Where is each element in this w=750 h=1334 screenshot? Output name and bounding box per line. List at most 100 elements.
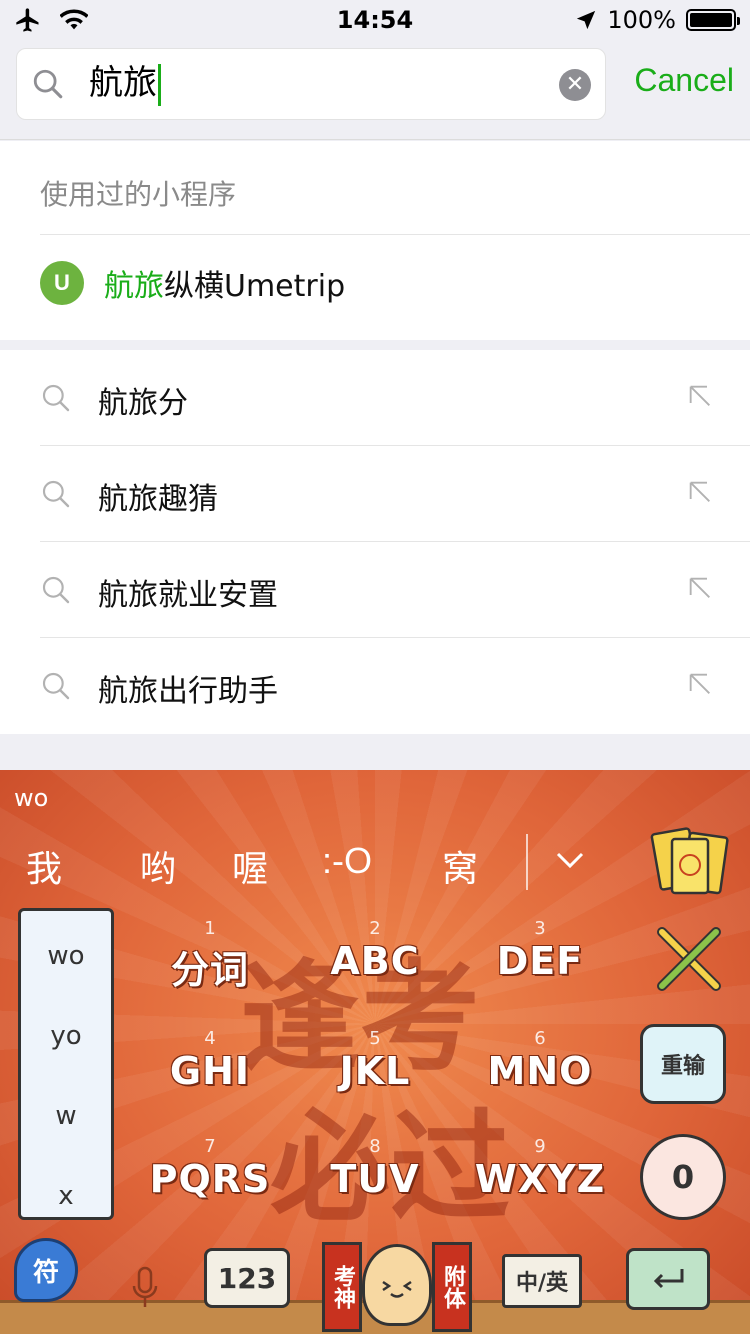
search-query-wrap: 航旅	[89, 61, 161, 106]
suggestion-item[interactable]: 航旅分	[0, 350, 750, 446]
pencil-cross-icon[interactable]	[652, 922, 726, 996]
pinyin-composition: wo	[14, 784, 49, 812]
candidate-separator	[526, 834, 528, 890]
name-highlight: 航旅	[104, 269, 164, 304]
language-switch-button[interactable]: 中/英	[502, 1254, 582, 1308]
key-8[interactable]: 8 TUV	[315, 1136, 435, 1201]
key-6[interactable]: 6 MNO	[480, 1028, 600, 1093]
mini-program-item[interactable]: U 航旅纵横Umetrip	[40, 261, 345, 305]
key-9[interactable]: 9 WXYZ	[470, 1136, 610, 1201]
pinyin-option[interactable]: wo	[21, 941, 111, 971]
pinyin-list-panel: wo yo w x	[18, 908, 114, 1220]
exam-banner-right: 附体	[432, 1242, 472, 1332]
key-number: 8	[369, 1136, 381, 1157]
search-query: 航旅	[89, 63, 157, 103]
reinput-button[interactable]: 重输	[640, 1024, 726, 1104]
search-icon	[42, 672, 70, 700]
suggestion-item[interactable]: 航旅趣猜	[0, 446, 750, 542]
number-keyboard-button[interactable]: 123	[204, 1248, 290, 1308]
suggestion-list: 航旅分 航旅趣猜 航旅就业安置 航旅出行助手	[0, 350, 750, 734]
exam-banner-left: 考神	[322, 1242, 362, 1332]
suggestion-text: 航旅出行助手	[98, 674, 278, 709]
key-4[interactable]: 4 GHI	[150, 1028, 270, 1093]
fill-arrow-icon[interactable]	[686, 382, 714, 410]
mini-program-name: 航旅纵横Umetrip	[104, 261, 345, 305]
candidate-item[interactable]: :-O	[322, 840, 372, 882]
candidate-item[interactable]: 我	[26, 840, 62, 892]
key-letters: MNO	[487, 1049, 593, 1093]
key-number: 6	[534, 1028, 546, 1049]
pinyin-option[interactable]: x	[21, 1181, 111, 1211]
exam-mascot-button[interactable]	[362, 1244, 432, 1326]
chevron-down-icon[interactable]	[552, 842, 588, 878]
microphone-icon[interactable]	[130, 1266, 160, 1310]
pinyin-option[interactable]: w	[21, 1101, 111, 1131]
key-letters: WXYZ	[474, 1157, 606, 1201]
cancel-button[interactable]: Cancel	[634, 62, 734, 99]
text-caret	[158, 63, 161, 106]
exam-banner-right-text: 附体	[440, 1265, 465, 1309]
recent-mini-programs: 使用过的小程序 U 航旅纵横Umetrip	[0, 141, 750, 340]
reinput-label: 重输	[660, 1054, 705, 1079]
fill-arrow-icon[interactable]	[686, 478, 714, 506]
key-5[interactable]: 5 JKL	[315, 1028, 435, 1093]
enter-icon	[653, 1269, 684, 1289]
key-letters: JKL	[339, 1049, 411, 1093]
key-number: 2	[369, 918, 381, 939]
pinyin-option[interactable]: yo	[21, 1021, 111, 1051]
search-icon	[42, 576, 70, 604]
candidate-item[interactable]: 哟	[140, 840, 176, 892]
key-letters: ABC	[330, 939, 420, 983]
section-title: 使用过的小程序	[40, 178, 237, 211]
key-number: 4	[204, 1028, 216, 1049]
candidate-item[interactable]: 窝	[442, 840, 478, 892]
search-icon	[33, 69, 63, 99]
suggestion-text: 航旅趣猜	[98, 482, 218, 517]
symbol-lamp-button[interactable]: 符	[14, 1238, 78, 1302]
key-1[interactable]: 1 分词	[150, 918, 270, 994]
symbol-label: 符	[32, 1257, 59, 1288]
candidate-bar: 我 哟 喔 :-O 窝	[0, 830, 750, 890]
zero-button[interactable]: 0	[640, 1134, 726, 1220]
skin-card-icon[interactable]	[648, 825, 734, 901]
key-number: 9	[534, 1136, 546, 1157]
umetrip-logo-icon: U	[40, 261, 84, 305]
battery-percent: 100%	[607, 6, 676, 34]
number-label: 123	[217, 1261, 277, 1295]
clear-icon[interactable]: ✕	[559, 69, 591, 101]
status-bar: 14:54 100%	[0, 0, 750, 40]
status-right: 100%	[575, 6, 740, 34]
fill-arrow-icon[interactable]	[686, 670, 714, 698]
enter-button[interactable]	[626, 1248, 710, 1310]
exam-banner-left-text: 考神	[330, 1265, 355, 1309]
battery-icon	[686, 9, 740, 31]
search-header: 航旅 ✕ Cancel	[0, 40, 750, 140]
suggestion-item[interactable]: 航旅就业安置	[0, 542, 750, 638]
zero-label: 0	[671, 1158, 695, 1196]
key-letters: GHI	[169, 1049, 251, 1093]
divider	[40, 234, 750, 235]
key-number: 1	[204, 918, 216, 939]
key-letters: 分词	[170, 948, 249, 992]
fill-arrow-icon[interactable]	[686, 574, 714, 602]
ime-keyboard: 逢考 必过 wo 我 哟 喔 :-O 窝 wo yo w x 1 分词 2 ABC …	[0, 770, 750, 1334]
mascot-face-icon	[382, 1280, 412, 1298]
location-arrow-icon	[577, 10, 596, 30]
suggestion-text: 航旅就业安置	[98, 578, 278, 613]
key-3[interactable]: 3 DEF	[480, 918, 600, 983]
key-2[interactable]: 2 ABC	[315, 918, 435, 983]
key-number: 7	[204, 1136, 216, 1157]
name-rest: 纵横Umetrip	[164, 269, 346, 304]
key-letters: DEF	[496, 939, 584, 983]
suggestion-text: 航旅分	[98, 386, 188, 421]
language-label: 中/英	[515, 1271, 569, 1296]
search-icon	[42, 480, 70, 508]
key-number: 5	[369, 1028, 381, 1049]
key-7[interactable]: 7 PQRS	[140, 1136, 280, 1201]
key-number: 3	[534, 918, 546, 939]
suggestion-item[interactable]: 航旅出行助手	[0, 638, 750, 734]
key-letters: PQRS	[149, 1157, 271, 1201]
key-letters: TUV	[330, 1157, 420, 1201]
candidate-item[interactable]: 喔	[232, 840, 268, 892]
search-input[interactable]: 航旅 ✕	[16, 48, 606, 120]
